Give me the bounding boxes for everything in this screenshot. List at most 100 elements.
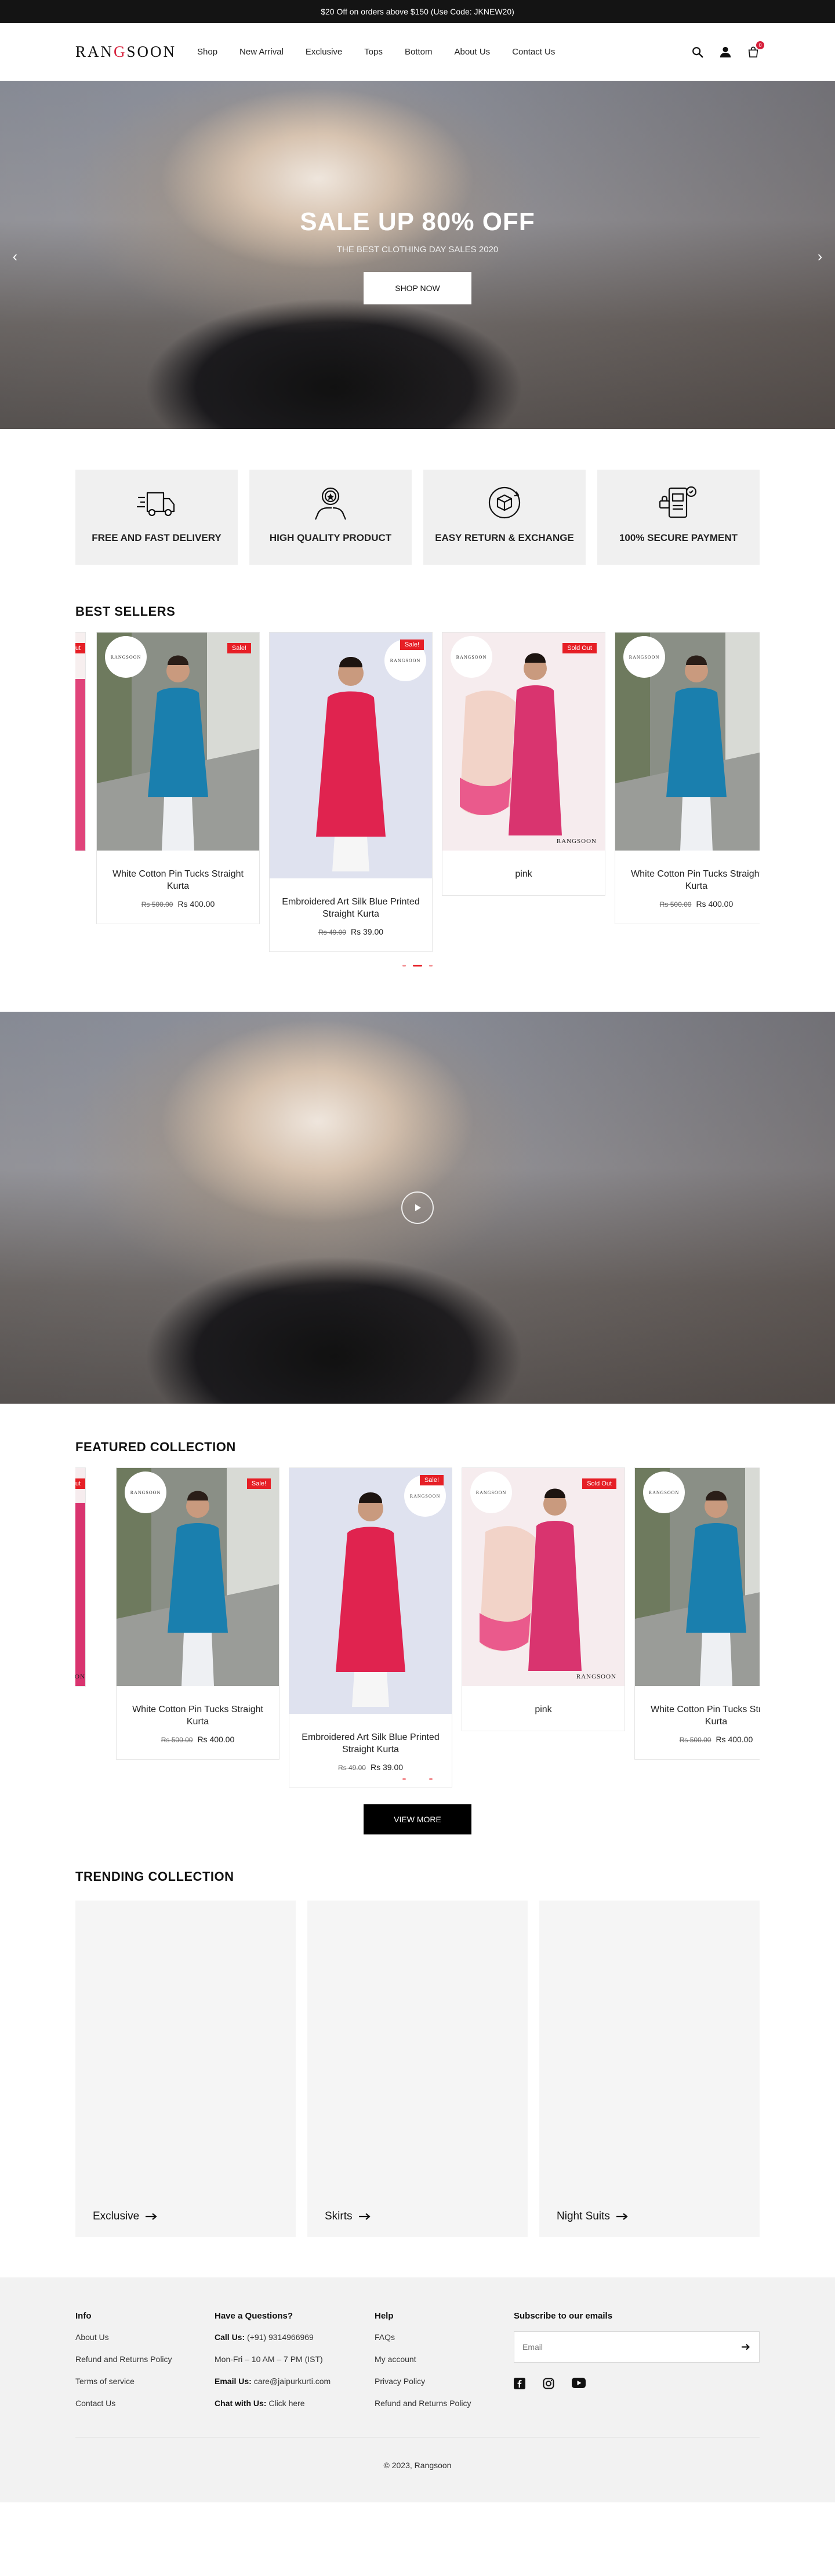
- trending-card-night-suits[interactable]: Night Suits: [539, 1901, 760, 2237]
- old-price: Rs 49.00: [337, 1764, 366, 1772]
- instagram-icon[interactable]: [543, 2378, 554, 2392]
- current-price: Rs 400.00: [696, 899, 734, 909]
- product-price: Rs 500.00 Rs 400.00: [644, 1735, 760, 1744]
- newsletter-email-input[interactable]: [514, 2332, 732, 2362]
- brand-badge: RANGSOON: [105, 636, 147, 678]
- chevron-left-icon[interactable]: ‹: [8, 249, 22, 264]
- product-card-partial[interactable]: Sold Out: [75, 632, 86, 851]
- arrow-right-icon[interactable]: [732, 2344, 759, 2350]
- product-price: Rs 49.00 Rs 39.00: [299, 1763, 442, 1772]
- kurta-pink-photo: [75, 633, 85, 851]
- footer-link-privacy[interactable]: Privacy Policy: [375, 2377, 425, 2386]
- footer-link-refund[interactable]: Refund and Returns Policy: [75, 2355, 172, 2364]
- product-name[interactable]: pink: [452, 868, 596, 880]
- site-footer: Info About Us Refund and Returns Policy …: [0, 2277, 835, 2502]
- product-name[interactable]: Embroidered Art Silk Blue Printed Straig…: [279, 896, 423, 920]
- newsletter-form: [514, 2331, 760, 2363]
- view-more-button[interactable]: VIEW MORE: [364, 1804, 471, 1834]
- cart-count-badge: 0: [756, 41, 764, 49]
- nav-contact-us[interactable]: Contact Us: [512, 47, 555, 57]
- product-name[interactable]: White Cotton Pin Tucks Straight Kurta: [106, 868, 250, 892]
- current-price: Rs 39.00: [370, 1763, 404, 1772]
- nav-new-arrival[interactable]: New Arrival: [239, 47, 284, 57]
- arrow-right-icon: [616, 2213, 628, 2220]
- kurta-pink-photo: [75, 1468, 85, 1686]
- cart-icon[interactable]: 0: [747, 41, 764, 59]
- footer-email: Email Us: care@jaipurkurti.com: [215, 2377, 375, 2386]
- trending-link[interactable]: Night Suits: [557, 2210, 629, 2223]
- carousel-dot[interactable]: [402, 965, 406, 967]
- feature-secure-payment: 100% SECURE PAYMENT: [597, 470, 760, 565]
- footer-link-contact[interactable]: Contact Us: [75, 2399, 115, 2408]
- nav-bottom[interactable]: Bottom: [405, 47, 433, 57]
- footer-call: Call Us: (+91) 9314966969: [215, 2332, 375, 2342]
- product-card[interactable]: RANGSOON Sold Out RANGSOON pink: [462, 1467, 625, 1731]
- footer-link-about[interactable]: About Us: [75, 2332, 109, 2342]
- nav-exclusive[interactable]: Exclusive: [306, 47, 342, 57]
- facebook-icon[interactable]: [514, 2378, 525, 2392]
- youtube-icon[interactable]: [572, 2378, 586, 2392]
- sale-badge: Sale!: [246, 1478, 271, 1489]
- product-image: Sold Out: [75, 633, 85, 851]
- carousel-dot[interactable]: [402, 1778, 406, 1780]
- trending-card-skirts[interactable]: Skirts: [307, 1901, 528, 2237]
- product-card[interactable]: RANGSOON Sale! White Cotton Pin Tucks St…: [96, 632, 260, 924]
- trending-label: Skirts: [325, 2210, 353, 2222]
- product-card[interactable]: RANGSOON White Cotton Pin Tucks Straight…: [634, 1467, 760, 1760]
- carousel-dot[interactable]: [429, 1778, 433, 1780]
- site-logo[interactable]: RANGSOON: [75, 43, 197, 61]
- product-card[interactable]: RANGSOON White Cotton Pin Tucks Straight…: [615, 632, 760, 924]
- feature-secure-payment-label: 100% SECURE PAYMENT: [619, 532, 738, 543]
- old-price: Rs 500.00: [161, 1736, 193, 1744]
- product-price: Rs 500.00 Rs 400.00: [106, 899, 250, 909]
- logo-text-left: RAN: [75, 43, 114, 60]
- featured-carousel[interactable]: Sold Out SOON RANGSOON Sale! White Cotto…: [75, 1467, 760, 1792]
- call-value[interactable]: (+91) 9314966969: [247, 2332, 314, 2342]
- product-card[interactable]: RANGSOON Sale! White Cotton Pin Tucks St…: [116, 1467, 279, 1760]
- chat-link[interactable]: Click here: [268, 2399, 304, 2408]
- trending-link[interactable]: Skirts: [325, 2210, 371, 2223]
- nav-about-us[interactable]: About Us: [454, 47, 490, 57]
- footer-chat: Chat with Us: Click here: [215, 2399, 375, 2408]
- product-name[interactable]: pink: [471, 1703, 615, 1716]
- sale-badge: Sale!: [419, 1475, 444, 1485]
- carousel-dot[interactable]: [429, 965, 433, 967]
- trending-label: Night Suits: [557, 2210, 610, 2222]
- footer-link-terms[interactable]: Terms of service: [75, 2377, 135, 2386]
- footer-link-faqs[interactable]: FAQs: [375, 2332, 395, 2342]
- nav-shop[interactable]: Shop: [197, 47, 217, 57]
- hero-title: SALE UP 80% OFF: [300, 208, 535, 236]
- brand-badge: RANGSOON: [470, 1472, 512, 1513]
- product-card[interactable]: RANGSOON Sale! Embroidered Art Silk Blue…: [269, 632, 433, 952]
- nav-tops[interactable]: Tops: [364, 47, 383, 57]
- footer-info-column: Info About Us Refund and Returns Policy …: [75, 2311, 215, 2421]
- trending-link[interactable]: Exclusive: [93, 2210, 158, 2223]
- shop-now-button[interactable]: SHOP NOW: [364, 272, 471, 304]
- hero-banner: SALE UP 80% OFF THE BEST CLOTHING DAY SA…: [0, 81, 835, 429]
- product-name[interactable]: Embroidered Art Silk Blue Printed Straig…: [299, 1731, 442, 1756]
- best-sellers-carousel[interactable]: Sold Out RANGSOON Sale! White Cotton Pin…: [75, 632, 760, 980]
- footer-info-title: Info: [75, 2311, 92, 2321]
- trending-card-exclusive[interactable]: Exclusive: [75, 1901, 296, 2237]
- product-image: RANGSOON Sale!: [117, 1468, 279, 1686]
- footer-hours: Mon-Fri – 10 AM – 7 PM (IST): [215, 2355, 323, 2364]
- product-name[interactable]: White Cotton Pin Tucks Straight Kurta: [126, 1703, 270, 1728]
- footer-link-account[interactable]: My account: [375, 2355, 416, 2364]
- sale-badge: Sale!: [227, 643, 251, 653]
- email-value[interactable]: care@jaipurkurti.com: [254, 2377, 331, 2386]
- product-image: RANGSOON Sold Out RANGSOON: [442, 633, 605, 851]
- product-card-partial[interactable]: Sold Out SOON: [75, 1467, 86, 1687]
- user-icon[interactable]: [719, 46, 732, 59]
- product-card[interactable]: RANGSOON Sold Out RANGSOON pink: [442, 632, 605, 896]
- logo-text-right: SOON: [126, 43, 177, 60]
- footer-link-refund-help[interactable]: Refund and Returns Policy: [375, 2399, 471, 2408]
- brand-watermark: RANGSOON: [556, 838, 597, 845]
- search-icon[interactable]: [691, 46, 704, 59]
- product-name[interactable]: White Cotton Pin Tucks Straight Kurta: [644, 1703, 760, 1728]
- play-button[interactable]: [401, 1191, 434, 1224]
- current-price: Rs 400.00: [197, 1735, 235, 1744]
- brand-badge: RANGSOON: [643, 1472, 685, 1513]
- product-card[interactable]: RANGSOON Sale! Embroidered Art Silk Blue…: [289, 1467, 452, 1787]
- chevron-right-icon[interactable]: ›: [813, 249, 827, 264]
- product-name[interactable]: White Cotton Pin Tucks Straight Kurta: [625, 868, 760, 892]
